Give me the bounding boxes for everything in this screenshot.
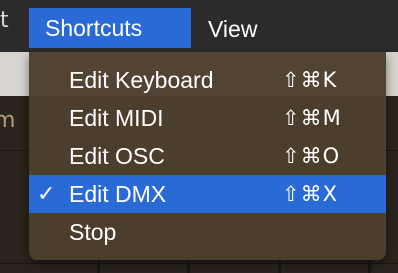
menu-item-edit-keyboard[interactable]: Edit Keyboard ⇧⌘K [29, 61, 386, 99]
menu-item-stop[interactable]: Stop [29, 213, 386, 251]
keyboard-shortcut: ⇧⌘X [282, 182, 338, 206]
menu-item-label: Edit DMX [69, 181, 167, 207]
menu-item-label: Edit MIDI [69, 105, 164, 131]
obscured-menubar-text: t [0, 8, 9, 33]
menu-item-edit-osc[interactable]: Edit OSC ⇧⌘O [29, 137, 386, 175]
menu-shortcuts[interactable]: Shortcuts [29, 8, 191, 48]
obscured-background-text: m [0, 108, 16, 133]
keyboard-shortcut: ⇧⌘O [282, 144, 341, 168]
keyboard-shortcut: ⇧⌘M [282, 106, 342, 130]
checkmark-icon: ✓ [37, 181, 56, 206]
menu-item-edit-dmx[interactable]: ✓ Edit DMX ⇧⌘X [29, 175, 386, 213]
keyboard-shortcut: ⇧⌘K [282, 68, 338, 92]
menu-item-label: Edit OSC [69, 143, 165, 169]
panel-divider [0, 263, 398, 264]
menu-item-edit-midi[interactable]: Edit MIDI ⇧⌘M [29, 99, 386, 137]
menu-item-label: Edit Keyboard [69, 67, 214, 93]
menu-item-label: Stop [69, 219, 117, 245]
shortcuts-dropdown-menu: Edit Keyboard ⇧⌘K Edit MIDI ⇧⌘M Edit OSC… [29, 52, 386, 260]
menu-view[interactable]: View [208, 9, 257, 49]
